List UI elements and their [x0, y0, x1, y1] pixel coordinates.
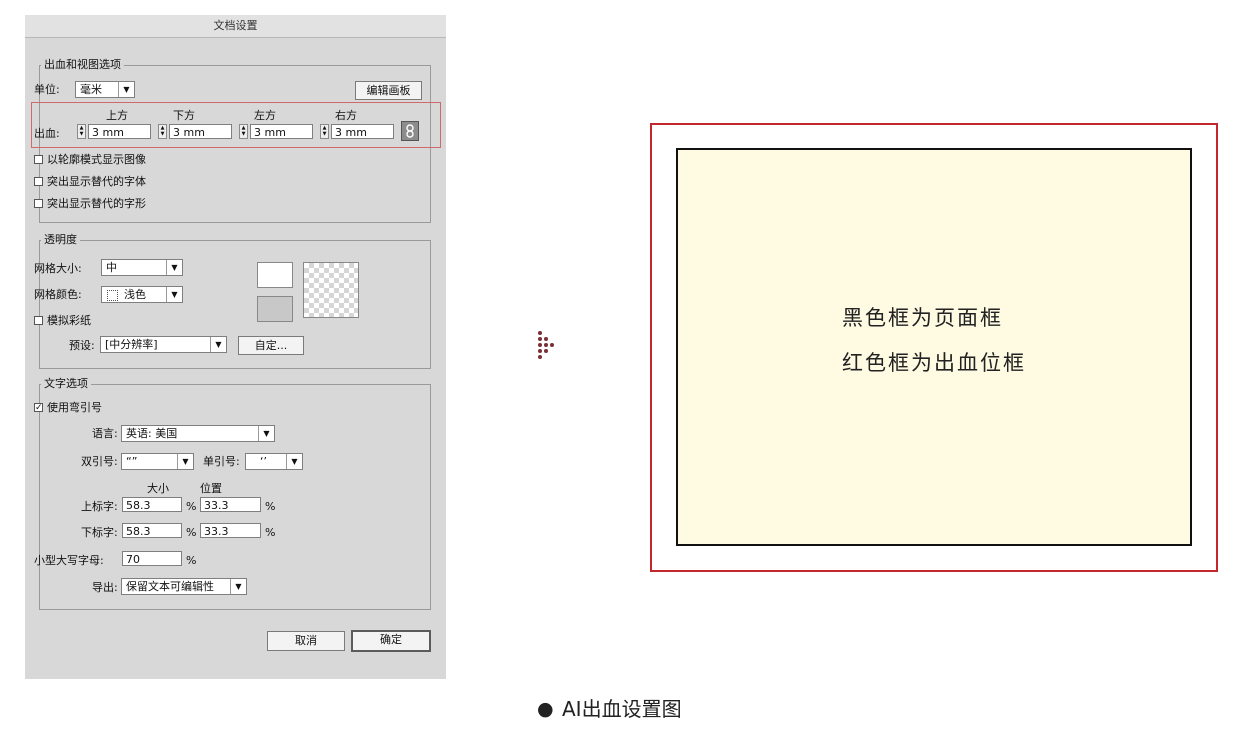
double-quotes-label: 双引号:: [81, 455, 118, 468]
grid-color-swatch-dark[interactable]: [257, 296, 293, 322]
simulate-paper-checkbox[interactable]: [34, 316, 43, 325]
chevron-down-icon: ▼: [166, 260, 182, 275]
small-caps-label: 小型大写字母:: [34, 554, 104, 567]
outline-mode-checkbox[interactable]: [34, 155, 43, 164]
type-options-legend: 文字选项: [41, 378, 91, 390]
bleed-bottom-input[interactable]: 3 mm: [169, 124, 232, 139]
preset-value: [中分辨率]: [105, 338, 158, 351]
edit-artboards-button[interactable]: 编辑画板: [355, 81, 422, 100]
use-quotes-label: 使用弯引号: [47, 401, 102, 414]
chevron-down-icon: ▼: [166, 287, 182, 302]
language-label: 语言:: [92, 427, 118, 440]
double-quotes-value: “”: [126, 455, 138, 468]
chevron-down-icon: ▼: [118, 82, 134, 97]
highlight-fonts-label: 突出显示替代的字体: [47, 175, 146, 188]
bleed-right-label: 右方: [335, 109, 357, 122]
caption-bullet: ●: [537, 698, 554, 720]
bleed-left-stepper[interactable]: ▲ ▼: [239, 124, 248, 139]
grid-size-label: 网格大小:: [34, 262, 82, 275]
grid-size-value: 中: [106, 261, 117, 274]
percent-label: %: [186, 500, 197, 513]
grid-color-value: 浅色: [124, 288, 146, 301]
arrow-marker-icon: [538, 331, 560, 363]
grid-color-swatch-light[interactable]: [257, 262, 293, 288]
chevron-down-icon: ▼: [286, 454, 302, 469]
custom-button[interactable]: 自定...: [238, 336, 304, 355]
bleed-top-input[interactable]: 3 mm: [88, 124, 151, 139]
highlight-glyphs-checkbox[interactable]: [34, 199, 43, 208]
position-header: 位置: [200, 482, 222, 495]
superscript-position-input[interactable]: 33.3: [200, 497, 261, 512]
size-header: 大小: [147, 482, 169, 495]
highlight-glyphs-label: 突出显示替代的字形: [47, 197, 146, 210]
unit-value: 毫米: [80, 83, 102, 96]
chevron-down-icon: ▼: [210, 337, 226, 352]
bleed-bottom-stepper[interactable]: ▲ ▼: [158, 124, 167, 139]
superscript-label: 上标字:: [81, 500, 118, 513]
grid-color-label: 网格颜色:: [34, 288, 82, 301]
bleed-right-input[interactable]: 3 mm: [331, 124, 394, 139]
highlight-fonts-checkbox[interactable]: [34, 177, 43, 186]
bleed-left-label: 左方: [254, 109, 276, 122]
bleed-top-stepper[interactable]: ▲ ▼: [77, 124, 86, 139]
export-value: 保留文本可编辑性: [126, 580, 214, 593]
percent-label: %: [265, 500, 276, 513]
bleed-top-label: 上方: [106, 109, 128, 122]
subscript-size-input[interactable]: 58.3: [122, 523, 182, 538]
chevron-down-icon: ▼: [258, 426, 274, 441]
ok-button[interactable]: 确定: [351, 630, 431, 652]
double-quotes-select[interactable]: “” ▼: [121, 453, 194, 470]
unit-label: 单位:: [34, 83, 60, 96]
caption-text: AI出血设置图: [562, 697, 682, 721]
transparency-legend: 透明度: [41, 234, 80, 246]
page-frame-note: 黑色框为页面框: [842, 306, 1003, 330]
transparency-grid-preview: [303, 262, 359, 318]
bleed-left-input[interactable]: 3 mm: [250, 124, 313, 139]
cancel-button[interactable]: 取消: [267, 631, 345, 651]
superscript-size-input[interactable]: 58.3: [122, 497, 182, 512]
bleed-frame-note: 红色框为出血位框: [842, 351, 1026, 375]
single-quotes-label: 单引号:: [203, 455, 240, 468]
chevron-down-icon: ▼: [230, 579, 246, 594]
export-label: 导出:: [92, 581, 118, 594]
percent-label: %: [265, 526, 276, 539]
subscript-position-input[interactable]: 33.3: [200, 523, 261, 538]
language-select[interactable]: 英语: 美国 ▼: [121, 425, 275, 442]
small-caps-input[interactable]: 70: [122, 551, 182, 566]
language-value: 英语: 美国: [126, 427, 178, 440]
chain-link-button[interactable]: [401, 121, 419, 141]
unit-select[interactable]: 毫米 ▼: [75, 81, 135, 98]
bleed-view-legend: 出血和视图选项: [41, 59, 124, 71]
dialog-title: 文档设置: [25, 15, 446, 38]
percent-label: %: [186, 526, 197, 539]
chain-link-icon: [406, 124, 414, 138]
transparency-group: [39, 240, 431, 369]
use-quotes-checkbox[interactable]: ✓: [34, 403, 43, 413]
single-quotes-select[interactable]: ‘’ ▼: [245, 453, 303, 470]
grid-color-select[interactable]: 浅色 ▼: [101, 286, 183, 303]
outline-mode-label: 以轮廓模式显示图像: [47, 153, 146, 166]
bleed-right-stepper[interactable]: ▲ ▼: [320, 124, 329, 139]
preset-label: 预设:: [69, 339, 95, 352]
subscript-label: 下标字:: [81, 526, 118, 539]
grid-size-select[interactable]: 中 ▼: [101, 259, 183, 276]
preset-select[interactable]: [中分辨率] ▼: [100, 336, 227, 353]
simulate-paper-label: 模拟彩纸: [47, 314, 91, 327]
bleed-label: 出血:: [34, 127, 60, 140]
percent-label: %: [186, 554, 197, 567]
document-setup-dialog: 文档设置 出血和视图选项 单位: 毫米 ▼ 编辑画板 上方 下方 左方 右方 出…: [25, 15, 446, 679]
export-select[interactable]: 保留文本可编辑性 ▼: [121, 578, 247, 595]
chevron-down-icon: ▼: [177, 454, 193, 469]
bleed-bottom-label: 下方: [173, 109, 195, 122]
grid-swatch-icon: [107, 290, 118, 301]
single-quotes-value: ‘’: [260, 455, 267, 468]
page-frame: [676, 148, 1192, 546]
